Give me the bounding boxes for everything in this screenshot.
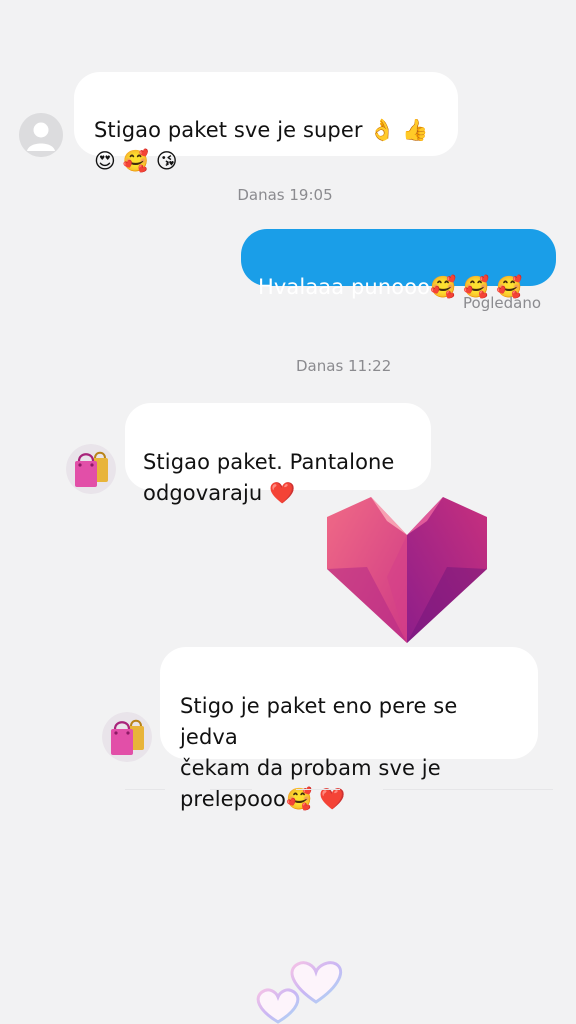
outgoing-message-bubble[interactable]: Hvalaaa punooo🥰 🥰 🥰	[241, 229, 556, 299]
shopping-bags-avatar-icon[interactable]	[66, 444, 116, 494]
divider	[296, 789, 340, 790]
floating-hearts-icon	[252, 958, 348, 1024]
divider	[125, 789, 165, 790]
divider	[383, 789, 553, 790]
incoming-message-bubble[interactable]: Stigao paket. Pantalone odgovaraju ❤️	[125, 403, 431, 505]
incoming-message-bubble[interactable]: Stigao paket sve je super 👌 👍 😍 🥰 😘	[74, 72, 458, 173]
divider	[210, 789, 252, 790]
incoming-message-bubble[interactable]: Stigo je paket eno pere se jedva čekam d…	[160, 647, 538, 811]
chat-screen: Stigao paket sve je super 👌 👍 😍 🥰 😘 Dana…	[0, 0, 576, 1024]
shopping-bags-avatar-icon[interactable]	[102, 712, 152, 762]
geometric-heart-sticker[interactable]	[327, 497, 487, 647]
timestamp: Danas 19:05	[237, 186, 333, 204]
timestamp: Danas 11:22	[296, 357, 392, 375]
seen-status: Pogledano	[463, 294, 542, 312]
default-avatar-icon[interactable]	[19, 113, 63, 157]
message-text: Stigao paket sve je super 👌 👍 😍 🥰 😘	[94, 118, 429, 173]
message-text: Stigo je paket eno pere se jedva čekam d…	[180, 694, 458, 811]
